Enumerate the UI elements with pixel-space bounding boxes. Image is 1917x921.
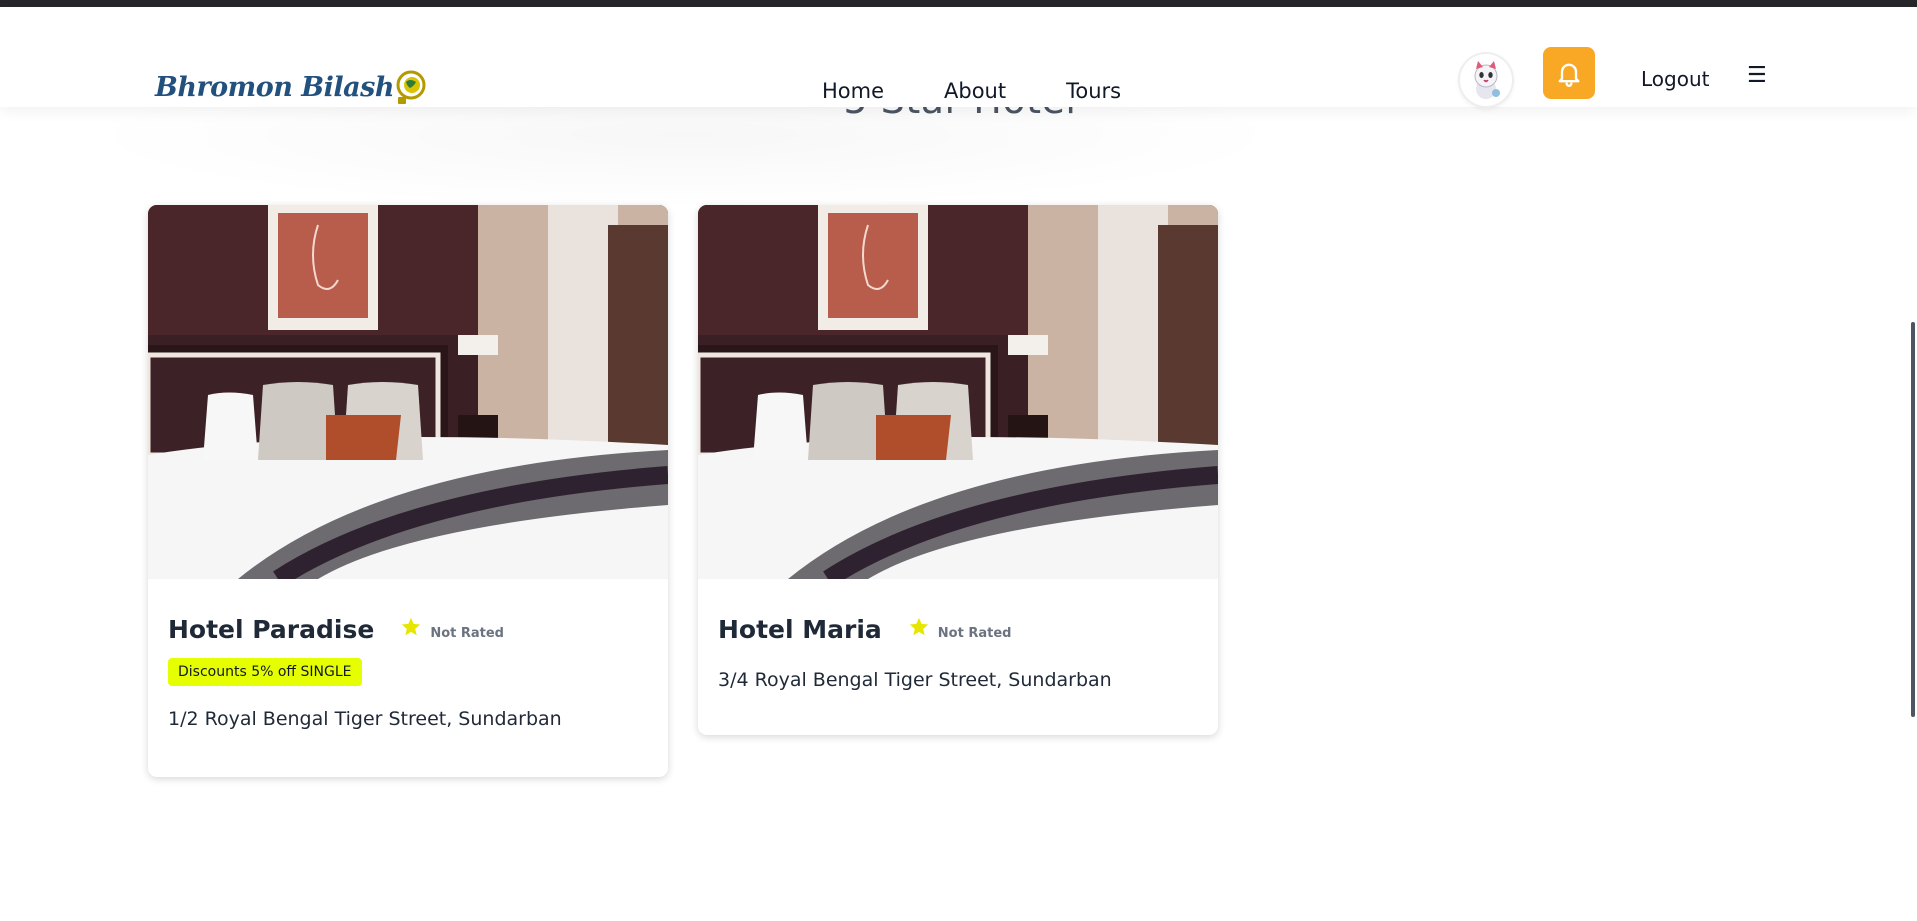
hotel-address: 3/4 Royal Bengal Tiger Street, Sundarban: [718, 669, 1112, 691]
logo-text: Bhromon Bilash: [155, 71, 394, 103]
hotel-card[interactable]: Hotel Maria Not Rated 3/4 Royal Bengal T…: [698, 205, 1218, 735]
hotel-room-image: [698, 205, 1218, 579]
hamburger-icon[interactable]: ☰: [1747, 63, 1767, 88]
hotel-name[interactable]: Hotel Maria: [718, 615, 882, 644]
cat-avatar-icon: [1474, 61, 1500, 99]
star-icon: [909, 617, 928, 636]
globe-logo-icon: [396, 70, 426, 104]
rating-text: Not Rated: [937, 626, 1012, 641]
nav-home[interactable]: Home: [822, 79, 884, 103]
notification-button[interactable]: [1543, 47, 1595, 99]
browser-top-strip: [0, 0, 1917, 7]
discount-badge: Discounts 5% off SINGLE: [168, 658, 362, 686]
navbar: Bhromon Bilash Home About Tours Logout ☰: [0, 7, 1917, 107]
avatar[interactable]: [1460, 54, 1512, 106]
hotel-address: 1/2 Royal Bengal Tiger Street, Sundarban: [168, 708, 562, 730]
site-logo[interactable]: Bhromon Bilash: [155, 62, 428, 112]
hotel-room-image: [148, 205, 668, 579]
hotel-name[interactable]: Hotel Paradise: [168, 615, 374, 644]
rating-text: Not Rated: [430, 626, 504, 641]
nav-about[interactable]: About: [944, 79, 1006, 103]
hotel-card[interactable]: Hotel Paradise Not Rated Discounts 5% of…: [148, 205, 668, 777]
star-icon: [402, 617, 421, 636]
bell-icon: [1558, 63, 1580, 87]
logout-button[interactable]: Logout: [1641, 67, 1709, 91]
scrollbar[interactable]: [1911, 322, 1915, 717]
main-nav: Home About Tours: [822, 79, 1121, 103]
nav-tours[interactable]: Tours: [1066, 79, 1121, 103]
